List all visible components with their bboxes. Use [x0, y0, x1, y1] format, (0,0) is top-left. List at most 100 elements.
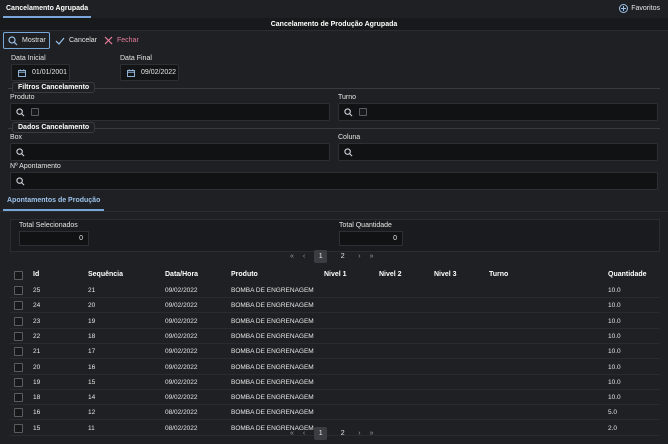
row-checkbox[interactable]: [14, 347, 23, 357]
cell-id: 18: [33, 394, 41, 402]
column-header-data-hora[interactable]: Data/Hora: [165, 267, 198, 283]
column-header-produto[interactable]: Produto: [231, 267, 258, 283]
column-header-nivel-3[interactable]: Nivel 3: [434, 267, 457, 283]
table-row[interactable]: 24 20 09/02/2022 BOMBA DE ENGRENAGEM 10.0: [10, 298, 660, 314]
row-checkbox[interactable]: [14, 393, 23, 403]
cell-id: 21: [33, 348, 41, 356]
turno-label: Turno: [338, 94, 357, 101]
cell-sequencia: 15: [88, 378, 96, 386]
turno-field[interactable]: [338, 103, 658, 121]
turno-checkbox[interactable]: [359, 108, 367, 116]
first-page-button[interactable]: «: [290, 430, 294, 437]
table-row[interactable]: 18 14 09/02/2022 BOMBA DE ENGRENAGEM 10.0: [10, 390, 660, 406]
coluna-field[interactable]: [338, 143, 658, 161]
search-icon[interactable]: [16, 147, 25, 157]
data-inicial-value: 01/01/2001: [32, 69, 68, 76]
cell-data-hora: 09/02/2022: [165, 317, 198, 325]
column-header-turno[interactable]: Turno: [489, 267, 508, 283]
cell-sequencia: 12: [88, 409, 96, 417]
search-icon: [8, 35, 18, 45]
column-header-sequencia[interactable]: Sequência: [88, 267, 123, 283]
table-row[interactable]: 21 17 09/02/2022 BOMBA DE ENGRENAGEM 10.0: [10, 344, 660, 360]
favorites-button[interactable]: Favoritos: [619, 4, 660, 13]
produto-checkbox[interactable]: [31, 108, 39, 116]
cancelar-button[interactable]: Cancelar: [55, 32, 97, 49]
cell-quantidade: 10.0: [608, 287, 621, 294]
table-header: Id Sequência Data/Hora Produto Nivel 1 N…: [10, 267, 660, 283]
select-all-checkbox[interactable]: [14, 271, 23, 280]
cell-produto: BOMBA DE ENGRENAGEM: [231, 287, 314, 294]
cell-quantidade: 10.0: [608, 332, 621, 340]
data-inicial-label: Data Inicial: [11, 55, 46, 62]
cell-id: 15: [33, 424, 41, 432]
produto-field[interactable]: [10, 103, 330, 121]
last-page-button[interactable]: »: [370, 253, 374, 260]
cell-sequencia: 20: [88, 302, 96, 310]
cell-data-hora: 08/02/2022: [165, 424, 198, 432]
table-row[interactable]: 19 15 09/02/2022 BOMBA DE ENGRENAGEM 10.0: [10, 375, 660, 390]
row-checkbox[interactable]: [14, 362, 23, 372]
row-checkbox[interactable]: [14, 408, 23, 418]
tab-apontamentos-producao[interactable]: Apontamentos de Produção: [3, 193, 105, 211]
table-row[interactable]: 22 18 09/02/2022 BOMBA DE ENGRENAGEM 10.0: [10, 329, 660, 344]
cell-sequencia: 17: [88, 348, 96, 356]
cell-data-hora: 09/02/2022: [165, 363, 198, 371]
search-icon[interactable]: [344, 147, 353, 157]
search-icon[interactable]: [16, 107, 25, 117]
row-checkbox[interactable]: [14, 377, 23, 387]
cell-id: 16: [33, 409, 41, 417]
pager-bottom: « ‹ 1 2 › »: [290, 427, 374, 440]
column-header-quantidade[interactable]: Quantidade: [608, 267, 647, 283]
cell-sequencia: 16: [88, 363, 96, 371]
mostrar-label: Mostrar: [22, 37, 46, 44]
tab-bar: Cancelamento Agrupada Favoritos: [0, 0, 668, 18]
apontamento-field[interactable]: [10, 172, 658, 190]
fechar-label: Fechar: [117, 37, 139, 44]
tab-cancelamento-agrupada[interactable]: Cancelamento Agrupada: [3, 0, 92, 18]
box-field[interactable]: [10, 143, 330, 161]
column-header-nivel-1[interactable]: Nivel 1: [324, 267, 347, 283]
table-row[interactable]: 20 16 09/02/2022 BOMBA DE ENGRENAGEM 10.0: [10, 360, 660, 375]
fechar-button[interactable]: Fechar: [104, 32, 139, 49]
data-final-label: Data Final: [120, 55, 152, 62]
next-page-button[interactable]: ›: [358, 430, 360, 437]
cell-data-hora: 09/02/2022: [165, 378, 198, 386]
add-favorite-icon: [619, 4, 629, 13]
prev-page-button[interactable]: ‹: [303, 253, 305, 260]
row-checkbox[interactable]: [14, 286, 23, 295]
data-inicial-field[interactable]: 01/01/2001: [11, 64, 70, 81]
first-page-button[interactable]: «: [290, 253, 294, 260]
cell-id: 22: [33, 332, 41, 340]
search-icon[interactable]: [16, 176, 25, 186]
cell-data-hora: 09/02/2022: [165, 287, 198, 294]
prev-page-button[interactable]: ‹: [303, 430, 305, 437]
check-icon: [55, 37, 65, 45]
row-checkbox[interactable]: [14, 423, 23, 433]
cell-data-hora: 09/02/2022: [165, 332, 198, 340]
page-2-button[interactable]: 2: [336, 427, 349, 440]
calendar-icon: [127, 68, 135, 77]
mostrar-button[interactable]: Mostrar: [3, 32, 50, 49]
column-header-id[interactable]: Id: [33, 267, 39, 283]
row-checkbox[interactable]: [14, 331, 23, 341]
cell-sequencia: 18: [88, 332, 96, 340]
page-2-button[interactable]: 2: [336, 250, 349, 263]
cell-quantidade: 10.0: [608, 348, 621, 356]
cell-quantidade: 10.0: [608, 302, 621, 310]
page-1-button[interactable]: 1: [314, 427, 328, 440]
next-page-button[interactable]: ›: [358, 253, 360, 260]
cell-sequencia: 19: [88, 317, 96, 325]
total-quantidade-label: Total Quantidade: [339, 222, 392, 229]
cell-quantidade: 10.0: [608, 363, 621, 371]
table-row[interactable]: 25 21 09/02/2022 BOMBA DE ENGRENAGEM 10.0: [10, 283, 660, 298]
table-row[interactable]: 23 19 09/02/2022 BOMBA DE ENGRENAGEM 10.0: [10, 314, 660, 329]
total-selecionados-value: 0: [19, 231, 89, 246]
column-header-nivel-2[interactable]: Nivel 2: [379, 267, 402, 283]
row-checkbox[interactable]: [14, 316, 23, 326]
last-page-button[interactable]: »: [370, 430, 374, 437]
page-1-button[interactable]: 1: [314, 250, 328, 263]
table-row[interactable]: 16 12 08/02/2022 BOMBA DE ENGRENAGEM 5.0: [10, 405, 660, 421]
row-checkbox[interactable]: [14, 301, 23, 311]
search-icon[interactable]: [344, 107, 353, 117]
data-final-field[interactable]: 09/02/2022: [120, 64, 179, 81]
